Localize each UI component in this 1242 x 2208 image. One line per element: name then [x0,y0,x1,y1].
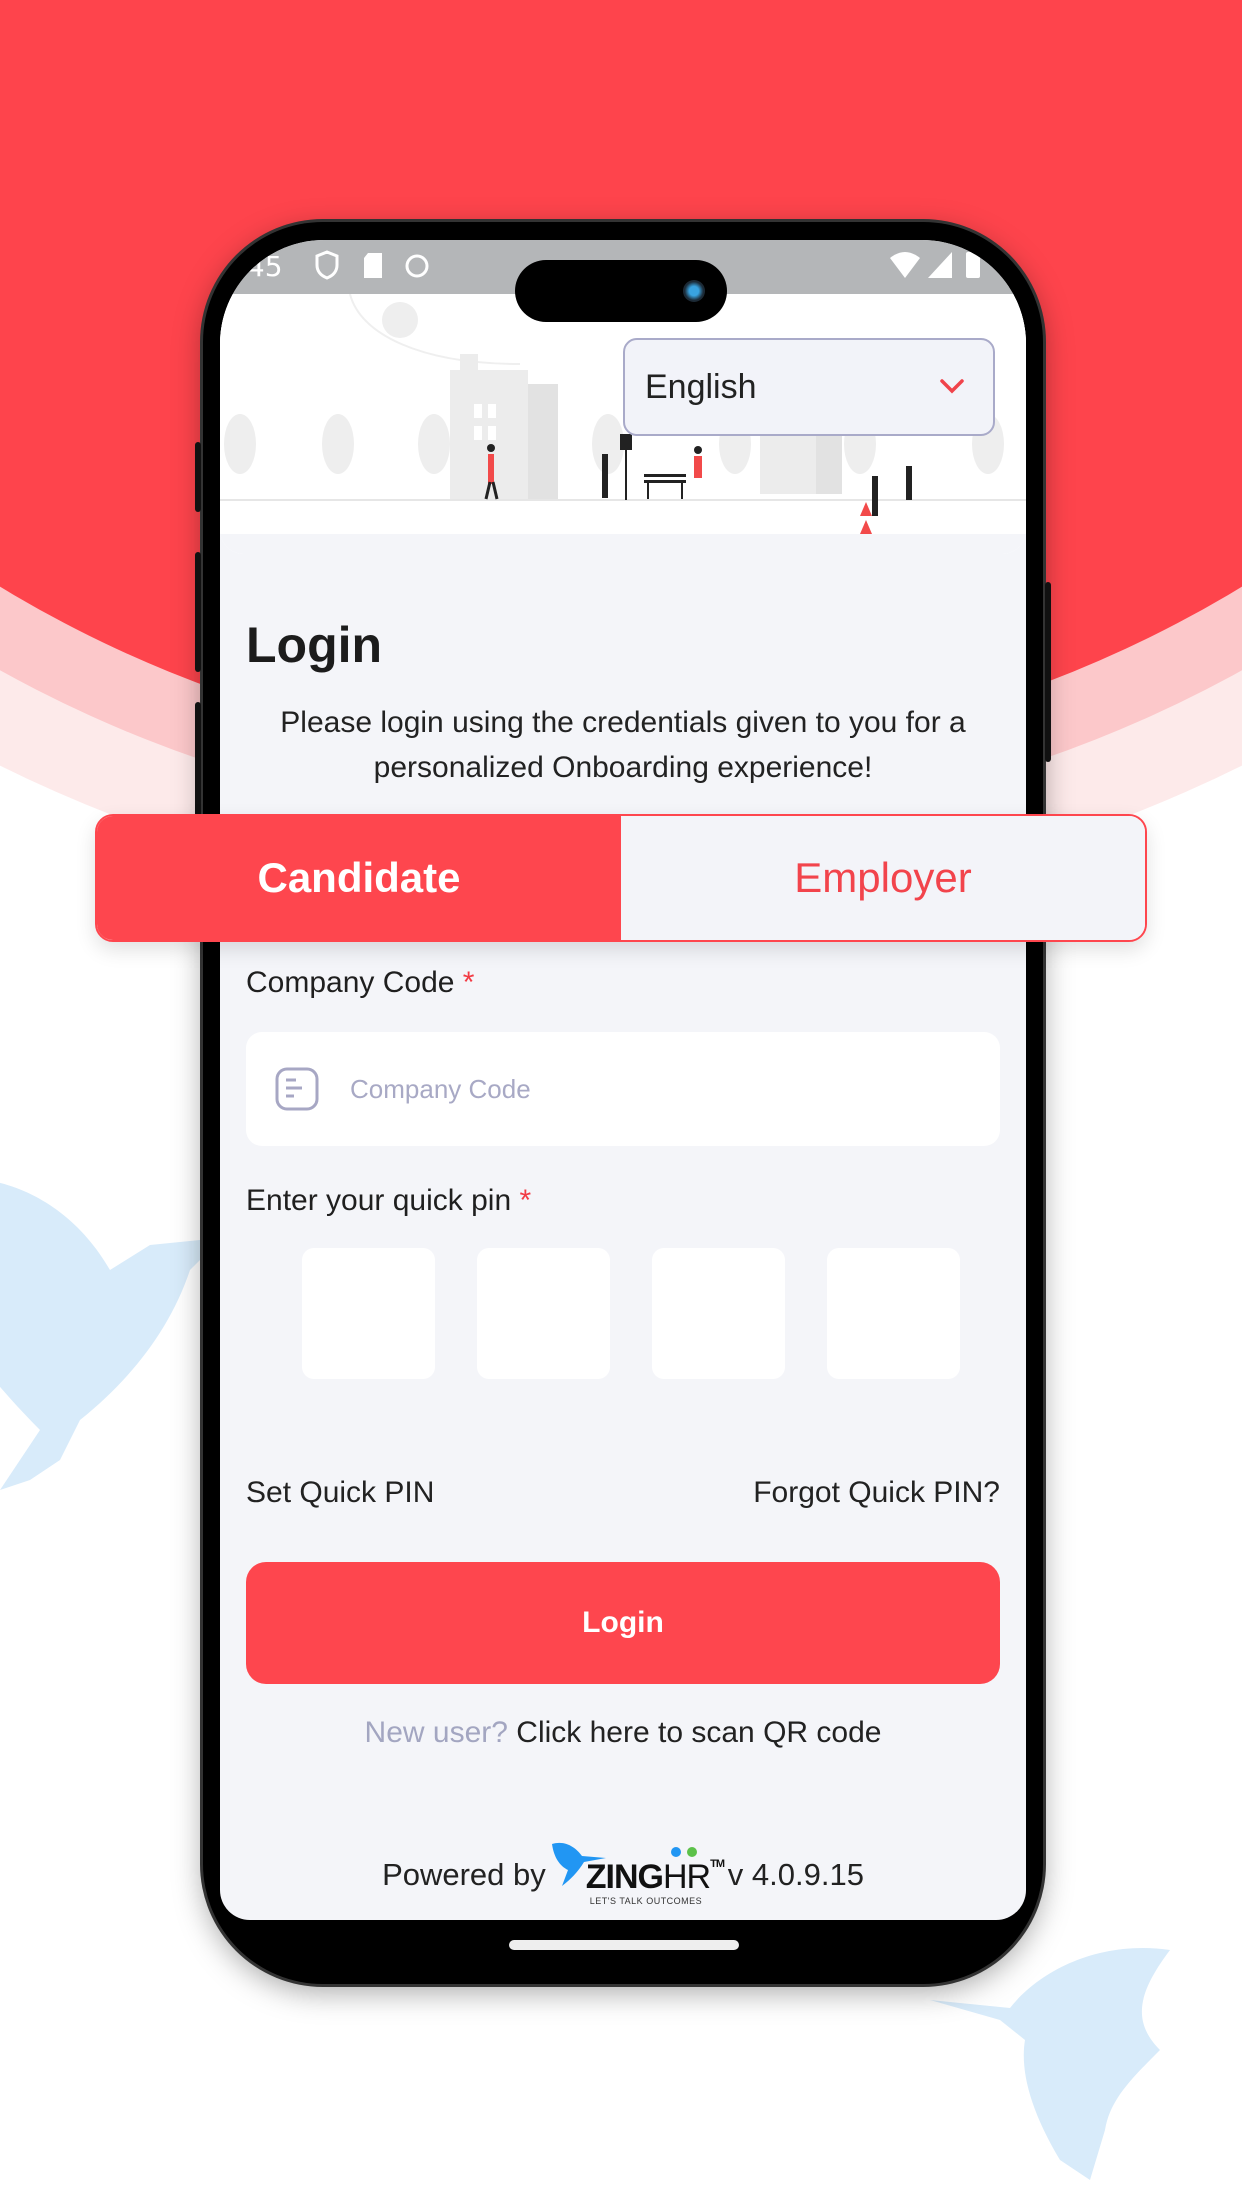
chevron-down-icon [940,379,964,394]
phone-frame: .45 English Login Please login using the… [195,222,1051,1984]
powered-by-text: Powered by [382,1857,546,1892]
phone-side-button [195,702,201,822]
phone-side-button [195,442,201,512]
page-title: Login [246,617,383,673]
cat-face-icon [405,254,429,278]
required-mark: * [462,966,475,999]
new-user-line: New user? Click here to scan QR code [220,1716,1026,1750]
pin-digit-4[interactable] [827,1248,960,1379]
required-mark: * [519,1184,532,1217]
scan-qr-link[interactable]: Click here to scan QR code [516,1716,881,1749]
status-time: .45 [238,250,283,283]
company-code-field[interactable] [246,1032,1000,1146]
home-indicator[interactable] [509,1940,739,1950]
new-user-prefix: New user? [364,1716,508,1749]
login-button[interactable]: Login [246,1562,1000,1684]
hummingbird-decoration-icon [0,1182,220,1490]
logo-trademark: TM [710,1858,725,1870]
app-version: v 4.0.9.15 [727,1857,864,1892]
quick-pin-label: Enter your quick pin * [246,1184,531,1218]
battery-icon [966,252,980,278]
document-icon [275,1067,319,1111]
logo-tagline: LET'S TALK OUTCOMES [589,1896,703,1906]
zinghr-logo: ZINGHRTM LET'S TALK OUTCOMES [548,1840,726,1910]
forgot-quick-pin-link[interactable]: Forgot Quick PIN? [753,1476,1000,1510]
logo-brand-bold: ZING [585,1858,664,1896]
app-screen: .45 English Login Please login using the… [220,240,1026,1920]
wifi-alert-icon [890,252,920,278]
powered-by-footer: Powered by ZINGHRTM LET'S TALK OUTCOMES … [220,1840,1026,1910]
logo-wordmark: ZINGHRTM [585,1858,725,1897]
dynamic-island [515,260,727,322]
pin-digit-1[interactable] [302,1248,435,1379]
logo-brand-light: HR [663,1858,711,1896]
quick-pin-label-text: Enter your quick pin [246,1184,512,1217]
login-description: Please login using the credentials given… [280,706,966,784]
logo-dots-icon [670,1847,697,1857]
quick-pin-inputs [302,1248,960,1379]
language-select[interactable]: English [623,338,995,436]
signal-icon [928,252,952,278]
pin-digit-3[interactable] [652,1248,785,1379]
role-tabs: Candidate Employer [95,814,1147,942]
shield-icon [315,250,339,280]
company-code-label: Company Code * [246,966,474,1000]
phone-side-button [195,552,201,672]
language-selected-value: English [645,367,757,406]
phone-side-button [1045,582,1051,762]
company-code-input[interactable] [348,1072,952,1106]
set-quick-pin-link[interactable]: Set Quick PIN [246,1476,434,1510]
company-code-label-text: Company Code [246,966,455,999]
tab-employer[interactable]: Employer [621,816,1145,940]
camera-icon [683,280,705,302]
tab-candidate[interactable]: Candidate [97,816,621,940]
pin-digit-2[interactable] [477,1248,610,1379]
sd-card-icon [364,253,382,278]
